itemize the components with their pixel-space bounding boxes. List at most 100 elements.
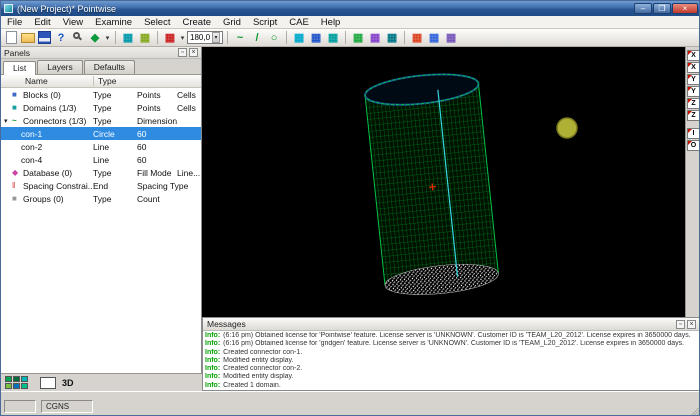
assemble-block-icon[interactable]: ▦ <box>308 30 324 45</box>
tree-row-con-4[interactable]: con-4 Line 60 <box>1 153 201 166</box>
close-button[interactable]: × <box>672 3 698 14</box>
examine-icon[interactable] <box>70 30 86 45</box>
message-line: Info:Created connector con-1. <box>205 349 698 357</box>
tree-row-con-1[interactable]: con-1 Circle 60 <box>1 127 201 140</box>
tree-row-con-2[interactable]: con-2 Line 60 <box>1 140 201 153</box>
messages-title: Messages <box>207 319 246 329</box>
cae-solver-label: CGNS <box>41 400 93 413</box>
messages-close-icon[interactable]: × <box>687 320 696 329</box>
menu-bar: File Edit View Examine Select Create Gri… <box>1 16 700 29</box>
view-orbit-button[interactable]: O <box>687 140 700 151</box>
color-swatch[interactable] <box>21 376 28 382</box>
window-controls: – ❐ × <box>634 3 698 14</box>
menu-script[interactable]: Script <box>247 16 283 29</box>
script-tool-icon[interactable]: ▦ <box>443 30 459 45</box>
select-mode-caret-icon[interactable]: ▾ <box>104 34 111 42</box>
messages-panel: Messages ▫ × Info:(6:16 pm) Obtained lic… <box>202 317 700 391</box>
view-z-minus-button[interactable]: Z <box>687 110 700 121</box>
expander-icon[interactable]: ▾ <box>4 117 12 125</box>
main-toolbar: ? ◆ ▾ ▦ ▦ ▦ ▾ 180,0 ▾ ~ / ○ ▦ ▦ ▦ ▦ ▦ ▦ … <box>1 29 700 47</box>
tab-defaults[interactable]: Defaults <box>84 60 135 74</box>
menu-edit[interactable]: Edit <box>28 16 56 29</box>
measure-icon[interactable]: ▦ <box>426 30 442 45</box>
app-icon <box>4 4 13 13</box>
tree-row-groups[interactable]: ■Groups (0) Type Count <box>1 192 201 205</box>
orient-icon[interactable]: ▦ <box>409 30 425 45</box>
pointwise-window: (New Project)* Pointwise – ❐ × File Edit… <box>0 0 700 416</box>
tree-row-domains[interactable]: ■Domains (1/3) Type Points Cells <box>1 101 201 114</box>
message-line: Info:(6:16 pm) Obtained license for 'Poi… <box>205 332 698 340</box>
minimize-button[interactable]: – <box>634 3 652 14</box>
viewport-3d[interactable] <box>202 47 700 317</box>
tree-row-connectors[interactable]: ▾~Connectors (1/3) Type Dimension <box>1 114 201 127</box>
mode-3d-label[interactable]: 3D <box>62 378 74 388</box>
tree-row-spacing-constraints[interactable]: ‖Spacing Constrai... End Spacing Type <box>1 179 201 192</box>
initialize-grid-icon[interactable]: ▦ <box>350 30 366 45</box>
menu-cae[interactable]: CAE <box>283 16 315 29</box>
view-y-plus-button[interactable]: Y <box>687 74 700 85</box>
message-line: Info:Created connector con-2. <box>205 365 698 373</box>
cae-export-icon[interactable]: ▦ <box>384 30 400 45</box>
panels-header: Panels ▫ × <box>1 47 201 59</box>
resize-grip[interactable] <box>690 406 700 416</box>
menu-help[interactable]: Help <box>315 16 347 29</box>
view-angle-dropdown-icon[interactable]: ▾ <box>212 32 220 43</box>
color-swatches <box>5 376 35 389</box>
show-grid-icon[interactable]: ▦ <box>137 30 153 45</box>
menu-file[interactable]: File <box>1 16 28 29</box>
column-type[interactable]: Type <box>93 76 201 86</box>
current-color-swatch[interactable] <box>40 377 56 389</box>
create-spline-icon[interactable]: ~ <box>232 30 248 45</box>
show-database-icon[interactable]: ▦ <box>120 30 136 45</box>
display-style-caret-icon[interactable]: ▾ <box>179 34 186 42</box>
open-project-icon[interactable] <box>21 33 35 43</box>
view-x-minus-button[interactable]: X <box>687 62 700 73</box>
new-file-icon[interactable] <box>6 31 17 44</box>
extrude-icon[interactable]: ▦ <box>325 30 341 45</box>
blocks-icon: ■ <box>12 90 23 99</box>
panels-title: Panels <box>4 48 30 58</box>
view-z-plus-button[interactable]: Z <box>687 98 700 109</box>
display-style-icon[interactable]: ▦ <box>162 30 178 45</box>
color-swatch[interactable] <box>5 376 12 382</box>
tree-row-database[interactable]: ◆Database (0) Type Fill Mode Line... <box>1 166 201 179</box>
panels-close-icon[interactable]: × <box>189 48 198 57</box>
create-line-icon[interactable]: / <box>249 30 265 45</box>
create-circle-icon[interactable]: ○ <box>266 30 282 45</box>
select-mode-icon[interactable]: ◆ <box>87 30 103 45</box>
domains-icon: ■ <box>12 103 23 112</box>
view-y-minus-button[interactable]: Y <box>687 86 700 97</box>
view-iso-button[interactable]: I <box>687 128 700 139</box>
menu-grid[interactable]: Grid <box>217 16 247 29</box>
column-name[interactable]: Name <box>1 76 93 86</box>
help-icon[interactable]: ? <box>53 30 69 45</box>
color-swatch[interactable] <box>21 383 28 389</box>
panels-sidebar: Panels ▫ × List Layers Defaults Name Typ… <box>1 47 202 373</box>
menu-examine[interactable]: Examine <box>89 16 138 29</box>
tree-row-blocks[interactable]: ■Blocks (0) Type Points Cells <box>1 88 201 101</box>
viewport-canvas[interactable] <box>202 47 700 317</box>
assemble-domain-icon[interactable]: ▦ <box>291 30 307 45</box>
status-left-cell <box>4 400 36 413</box>
mesh-cylinder[interactable] <box>364 70 500 300</box>
color-swatch[interactable] <box>13 376 20 382</box>
tab-layers[interactable]: Layers <box>37 60 83 74</box>
messages-log[interactable]: Info:(6:16 pm) Obtained license for 'Poi… <box>203 331 700 391</box>
messages-float-icon[interactable]: ▫ <box>676 320 685 329</box>
tab-list[interactable]: List <box>3 61 36 75</box>
view-x-plus-button[interactable]: X <box>687 50 700 61</box>
color-swatch[interactable] <box>13 383 20 389</box>
menu-select[interactable]: Select <box>138 16 176 29</box>
messages-header: Messages ▫ × <box>203 318 700 331</box>
view-angle-combobox[interactable]: 180,0 ▾ <box>187 31 223 44</box>
view-preset-toolbar: X X Y Y Z Z I O <box>685 47 700 317</box>
save-icon[interactable] <box>38 31 51 44</box>
panels-float-icon[interactable]: ▫ <box>178 48 187 57</box>
color-swatch[interactable] <box>5 383 12 389</box>
connectors-icon: ~ <box>12 116 23 125</box>
menu-view[interactable]: View <box>57 16 89 29</box>
title-bar[interactable]: (New Project)* Pointwise – ❐ × <box>1 1 700 16</box>
maximize-button[interactable]: ❐ <box>653 3 671 14</box>
solver-icon[interactable]: ▦ <box>367 30 383 45</box>
menu-create[interactable]: Create <box>176 16 217 29</box>
